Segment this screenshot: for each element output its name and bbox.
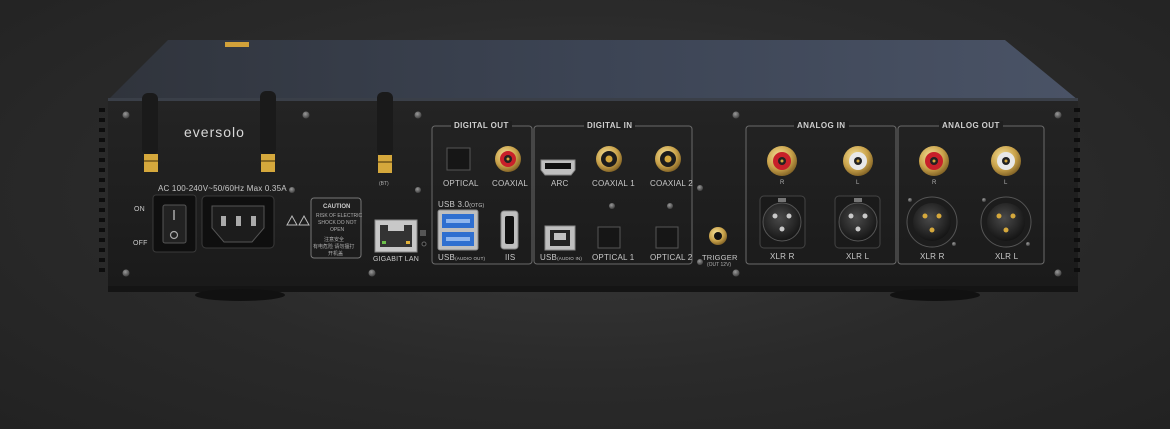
analog-out-xlr-r: [906, 196, 958, 248]
power-on-label: ON: [134, 206, 145, 213]
analog-out-r-label: R: [932, 180, 937, 186]
analog-in-xlr-l-label: XLR L: [846, 252, 870, 261]
top-cover: [108, 40, 1078, 100]
analog-in-xlr-l: [834, 195, 881, 249]
usb-in-label: USB(AUDIO IN): [540, 253, 582, 262]
analog-in-xlr-r: [759, 195, 806, 249]
digital-out-header: DIGITAL OUT: [451, 121, 512, 130]
vent-left: [99, 108, 105, 272]
brand-logo: eversolo: [184, 124, 245, 140]
caution-line-3: OPEN: [330, 227, 345, 233]
trigger-label: TRIGGER: [702, 253, 738, 262]
usb-out-text: USB: [438, 253, 456, 262]
coaxial-in-2-label: COAXIAL 2: [650, 179, 693, 188]
analog-in-header: ANALOG IN: [794, 121, 849, 130]
analog-in-rca-r: [767, 146, 797, 176]
foot-right: [890, 289, 980, 301]
power-off-label: OFF: [133, 240, 148, 247]
analog-out-header: ANALOG OUT: [939, 121, 1003, 130]
optical-in-1-port: [597, 226, 621, 249]
trigger-sub-label: (OUT 12V): [707, 262, 732, 268]
iis-port: [500, 210, 519, 250]
antenna-bt: [377, 92, 393, 173]
usb-in-text: USB: [540, 253, 558, 262]
caution-zh-1: 注意安全: [324, 237, 345, 243]
coaxial-out-port: [495, 146, 521, 172]
analog-out-xlr-l-label: XLR L: [995, 252, 1019, 261]
lan-port: [374, 219, 418, 253]
power-spec: AC 100-240V~50/60Hz Max 0.35A: [158, 184, 287, 193]
analog-out-l-label: L: [1004, 180, 1008, 186]
device-illustration: [99, 40, 1080, 301]
usb3-sub: (OTG): [469, 203, 485, 209]
optical-in-2-label: OPTICAL 2: [650, 253, 693, 262]
usb-audio-in-port: [544, 225, 576, 251]
analog-in-r-label: R: [780, 180, 785, 186]
caution-line-1: RISK OF ELECTRIC: [316, 213, 363, 219]
foot-left: [195, 289, 285, 301]
analog-in-l-label: L: [856, 180, 860, 186]
analog-in-xlr-r-label: XLR R: [770, 252, 795, 261]
analog-out-xlr-r-label: XLR R: [920, 252, 945, 261]
caution-zh-2: 有电危险 请勿擅打: [313, 244, 355, 250]
usb-out-sub: (AUDIO OUT): [455, 256, 486, 261]
optical-in-1-label: OPTICAL 1: [592, 253, 635, 262]
gold-label: [225, 42, 249, 47]
analog-out-xlr-l: [980, 196, 1032, 248]
usb3-label: USB 3.0(OTG): [438, 200, 484, 209]
analog-out-rca-r: [919, 146, 949, 176]
optical-in-2-port: [655, 226, 679, 249]
trigger-port: [709, 227, 727, 245]
caution-title: CAUTION: [323, 204, 351, 210]
caution-line-2: SHOCK DO NOT: [318, 220, 357, 226]
digital-in-header: DIGITAL IN: [584, 121, 636, 130]
lan-label: GIGABIT LAN: [373, 256, 420, 263]
iis-label: IIS: [505, 253, 516, 262]
product-photo: eversolo AC 100-240V~50/60Hz Max 0.35A O…: [0, 0, 1170, 429]
antenna-1: [142, 93, 158, 172]
usb-out-label: USB(AUDIO OUT): [438, 253, 485, 262]
optical-out-label: OPTICAL: [443, 179, 479, 188]
coaxial-in-1-label: COAXIAL 1: [592, 179, 635, 188]
bt-antenna-label: (BT): [379, 181, 389, 187]
usb-3-ports: [437, 209, 479, 251]
usb-in-sub: (AUDIO IN): [557, 256, 583, 261]
analog-in-rca-l: [843, 146, 873, 176]
coaxial-in-2-port: [655, 146, 681, 172]
optical-out-port: [446, 147, 471, 171]
coaxial-in-1-port: [596, 146, 622, 172]
caution-zh-3: 开机盖: [328, 251, 344, 257]
usb3-text: USB 3.0: [438, 200, 470, 209]
arc-port: [540, 159, 576, 176]
antenna-2: [260, 91, 276, 172]
arc-label: ARC: [551, 179, 569, 188]
power-inlet: [201, 195, 275, 249]
analog-out-rca-l: [991, 146, 1021, 176]
coaxial-out-label: COAXIAL: [492, 179, 529, 188]
